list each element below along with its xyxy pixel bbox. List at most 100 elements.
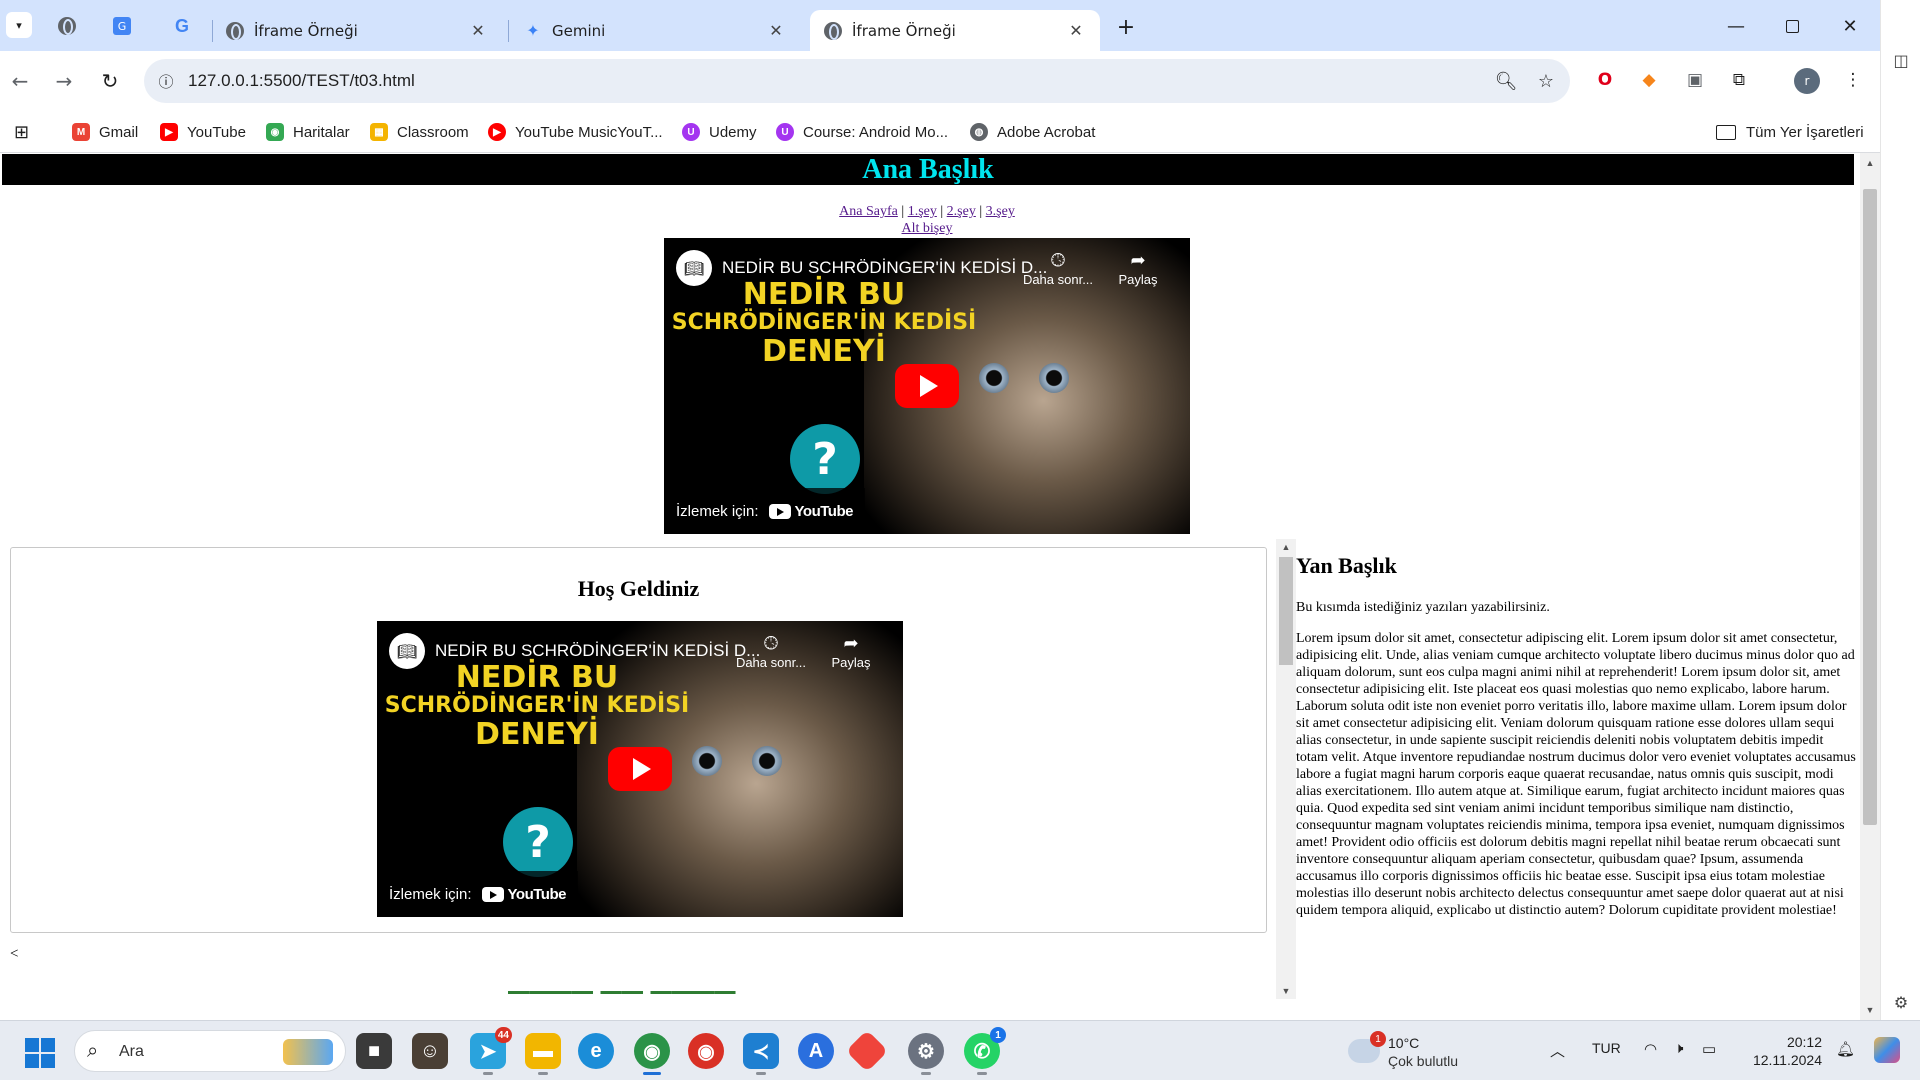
bookmark-haritalar[interactable]: ◉ Haritalar — [266, 121, 350, 143]
video-title[interactable]: NEDİR BU SCHRÖDİNGER'İN KEDİSİ D... — [722, 258, 1047, 278]
gear-icon[interactable]: ⚙ — [1891, 992, 1911, 1012]
scroll-thumb[interactable] — [1863, 189, 1877, 825]
extensions-puzzle-icon[interactable]: ⧉ — [1724, 65, 1754, 95]
aside-scrollbar[interactable]: ▲ ▼ — [1276, 539, 1296, 999]
maximize-button[interactable] — [1772, 10, 1812, 42]
metamask-extension-icon[interactable]: ◆ — [1634, 65, 1664, 95]
translate-icon[interactable]: A — [798, 1033, 834, 1069]
nav-link-ana-sayfa[interactable]: Ana Sayfa — [839, 204, 898, 219]
edge-icon[interactable]: e — [578, 1033, 614, 1069]
chrome-profile-icon[interactable]: ◉ — [688, 1033, 724, 1069]
bookmark-adobe-acrobat[interactable]: ◍ Adobe Acrobat — [970, 121, 1095, 143]
copilot-icon[interactable] — [1874, 1037, 1900, 1063]
video-title[interactable]: NEDİR BU SCHRÖDİNGER'İN KEDİSİ D... — [435, 641, 760, 661]
youtube-logo-icon: YouTube — [768, 502, 854, 520]
tab-gemini[interactable]: ✦ Gemini ✕ — [510, 10, 800, 51]
back-button[interactable]: ← — [4, 65, 36, 97]
language-indicator[interactable]: TUR — [1592, 1040, 1621, 1056]
whatsapp-icon[interactable]: ✆ 1 — [964, 1027, 1006, 1075]
bookmark-classroom[interactable]: ▦ Classroom — [370, 121, 469, 143]
taskbar-search[interactable]: ⌕ Ara — [74, 1030, 346, 1072]
clock[interactable]: 20:12 12.11.2024 — [1732, 1033, 1822, 1069]
apps-grid-button[interactable]: ⊞ — [14, 121, 29, 143]
nav-link-3[interactable]: 3.şey — [986, 204, 1015, 219]
search-icon: ⌕ — [87, 1040, 99, 1062]
new-tab-button[interactable]: + — [1113, 14, 1139, 40]
share-button[interactable]: ➦ Paylaş — [811, 633, 891, 670]
watch-on-youtube[interactable]: İzlemek için: YouTube — [664, 488, 865, 534]
scroll-thumb[interactable] — [1279, 557, 1293, 665]
tab-iframe-active[interactable]: İframe Örneği ✕ — [810, 10, 1100, 51]
close-icon[interactable]: ✕ — [766, 21, 786, 40]
bookmark-course-android[interactable]: U Course: Android Mo... — [776, 121, 948, 143]
channel-avatar-icon[interactable]: 📖︎ — [389, 633, 425, 669]
bookmark-star-icon[interactable]: ☆ — [1534, 69, 1558, 93]
chevron-up-icon[interactable]: ︿ — [1550, 1040, 1565, 1061]
minimize-button[interactable]: — — [1716, 10, 1756, 42]
scroll-up-icon[interactable]: ▲ — [1860, 155, 1880, 171]
wifi-icon[interactable]: ◠ — [1644, 1040, 1657, 1058]
telegram-icon[interactable]: ➤ 44 — [470, 1027, 512, 1075]
opera-extension-icon[interactable]: O — [1590, 65, 1620, 95]
chrome-icon[interactable]: ◉ — [634, 1033, 670, 1075]
pinned-tab-translate[interactable]: G — [110, 14, 134, 38]
watch-on-youtube[interactable]: İzlemek için: YouTube — [377, 871, 578, 917]
all-bookmarks-button[interactable]: Tüm Yer İşaretleri — [1716, 121, 1864, 143]
youtube-icon: ▶ — [160, 123, 178, 141]
channel-avatar-icon[interactable]: 📖︎ — [676, 250, 712, 286]
pinned-tab-google[interactable]: G — [170, 14, 194, 38]
folder-icon[interactable]: ▬ — [525, 1033, 561, 1075]
share-button[interactable]: ➦ Paylaş — [1098, 250, 1178, 287]
youtube-logo-text: YouTube — [794, 502, 854, 520]
pinned-tab-1[interactable] — [55, 14, 79, 38]
tab-title: İframe Örneği — [852, 21, 956, 40]
vscode-icon[interactable]: ≺ — [743, 1033, 779, 1075]
info-icon[interactable]: ⓘ — [154, 69, 178, 93]
nav-link-2[interactable]: 2.şey — [947, 204, 976, 219]
bookmark-youtube-music[interactable]: ▶ YouTube MusicYouT... — [488, 121, 663, 143]
youtube-embed-top[interactable]: NEDİR BU SCHRÖDİNGER'İN KEDİSİ DENEYİ ? … — [664, 238, 1190, 534]
folder-icon — [1716, 124, 1736, 140]
page-scrollbar[interactable]: ▲ ▼ — [1860, 153, 1880, 1020]
url-text[interactable]: 127.0.0.1:5500/TEST/t03.html — [188, 71, 415, 91]
close-icon[interactable]: ✕ — [1066, 21, 1086, 40]
tab-search-button[interactable]: ▾ — [6, 12, 32, 38]
start-button[interactable] — [25, 1038, 55, 1068]
file-explorer-icon[interactable]: ■ — [356, 1033, 392, 1069]
zoom-icon[interactable]: 🔍︎ — [1494, 69, 1518, 93]
forward-button[interactable]: → — [48, 65, 80, 97]
play-button[interactable] — [608, 747, 672, 791]
youtube-embed-main[interactable]: NEDİR BU SCHRÖDİNGER'İN KEDİSİ DENEYİ ? … — [377, 621, 903, 917]
bookmark-udemy[interactable]: U Udemy — [682, 121, 757, 143]
menu-kebab-icon[interactable]: ⋮ — [1838, 65, 1868, 95]
nav-link-1[interactable]: 1.şey — [908, 204, 937, 219]
weather-widget[interactable]: 1 10°C Çok bulutlu — [1348, 1031, 1488, 1073]
anydesk-icon[interactable] — [845, 1029, 889, 1073]
play-button[interactable] — [895, 364, 959, 408]
profile-avatar[interactable]: r — [1794, 68, 1820, 94]
window-close-button[interactable]: ✕ — [1830, 10, 1870, 42]
tab-iframe-1[interactable]: İframe Örneği ✕ — [212, 10, 502, 51]
weather-desc: Çok bulutlu — [1388, 1053, 1459, 1069]
close-icon[interactable]: ✕ — [468, 21, 488, 40]
nav-link-alt[interactable]: Alt bişey — [902, 221, 953, 236]
bookmark-gmail[interactable]: M Gmail — [72, 121, 138, 143]
scroll-up-icon[interactable]: ▲ — [1276, 539, 1296, 555]
volume-muted-icon[interactable]: 🕨︎ — [1674, 1040, 1683, 1057]
bookmark-label: Udemy — [709, 123, 757, 141]
scroll-down-icon[interactable]: ▼ — [1860, 1002, 1880, 1018]
cast-extension-icon[interactable]: ▣ — [1680, 65, 1710, 95]
battery-icon[interactable]: ▭ — [1702, 1040, 1716, 1058]
reload-button[interactable]: ↻ — [94, 65, 126, 97]
bookmark-youtube[interactable]: ▶ YouTube — [160, 121, 246, 143]
share-label: Paylaş — [1118, 272, 1158, 287]
settings-icon[interactable]: ⚙ — [908, 1033, 944, 1075]
game-app-icon[interactable]: ☺ — [412, 1033, 448, 1069]
watch-later-button[interactable]: 🕓︎ Daha sonr... — [731, 633, 811, 670]
running-indicator — [538, 1072, 548, 1075]
scroll-down-icon[interactable]: ▼ — [1276, 983, 1296, 999]
panel-toggle-icon[interactable]: ◫ — [1891, 50, 1911, 70]
notification-bell-icon[interactable]: 🔔︎ — [1836, 1040, 1855, 1058]
address-bar[interactable]: ⓘ 127.0.0.1:5500/TEST/t03.html 🔍︎ ☆ — [144, 59, 1570, 103]
watch-later-button[interactable]: 🕓︎ Daha sonr... — [1018, 250, 1098, 287]
